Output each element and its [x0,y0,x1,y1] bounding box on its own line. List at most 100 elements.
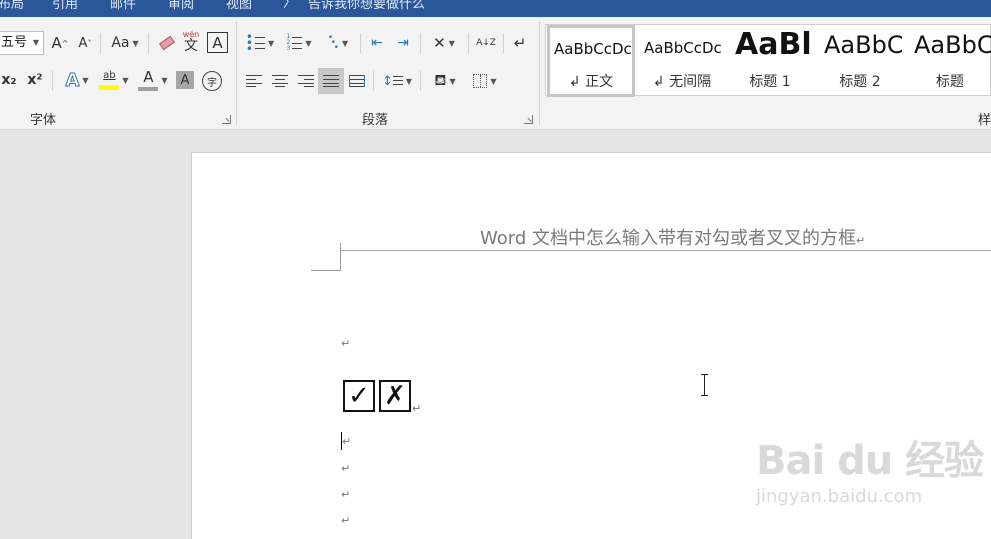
tab-view[interactable]: 视图 [226,0,252,12]
chevron-down-icon: ▼ [267,38,275,48]
align-right-icon [298,75,314,87]
borders-icon [473,74,488,88]
paragraph-mark-icon: ↵ [513,34,527,52]
group-divider [539,21,540,125]
tell-me-box[interactable]: 告诉我你想要做什么 [308,0,425,12]
phonetic-guide-button[interactable]: wén 文 [180,29,202,55]
shrink-font-button[interactable]: A ˅ [76,31,94,55]
align-left-button[interactable] [244,71,264,91]
distributed-button[interactable] [347,71,367,91]
font-size-dropdown[interactable]: 五号 ▼ [0,31,44,55]
divider [420,71,421,91]
divider [52,71,53,91]
character-shading-button[interactable]: A [176,71,194,89]
chevron-down-icon: ▼ [132,38,139,48]
header-crop-mark [311,270,341,271]
chevron-down-icon: ▼ [449,76,456,86]
bullets-button[interactable]: • • • ▼ [242,31,278,55]
chevron-down-icon: ▼ [305,38,312,48]
divider [420,33,421,53]
chevron-down-icon: ▼ [341,38,349,48]
sort-button[interactable]: A↓Z [474,31,498,55]
eraser-icon [158,35,176,51]
tab-layout[interactable]: 布局 [0,0,24,12]
styles-gallery: AaBbCcDc ↲ 正文 AaBbCcDc ↲ 无间隔 AaBl 标题 1 A… [545,24,991,97]
grow-font-button[interactable]: A ^ [51,31,69,55]
style-heading-2[interactable]: AaBbC 标题 2 [818,25,902,97]
align-center-button[interactable] [270,71,290,91]
divider [360,33,361,53]
font-dialog-launcher-icon[interactable] [222,115,231,124]
character-border-button[interactable]: A [207,32,228,53]
divider [468,33,469,53]
text-effects-button[interactable]: A ▼ [60,69,94,91]
enclose-characters-button[interactable]: 字 [202,71,222,91]
chevron-down-icon: ▼ [490,76,497,86]
style-heading-1[interactable]: AaBl 标题 1 [729,25,811,97]
line-spacing-button[interactable]: ↕ ▼ [380,69,414,93]
change-case-button[interactable]: Aa ▼ [108,31,142,55]
chinese-layout-icon: ✕ [433,34,446,52]
font-color-button[interactable]: A ▼ [136,67,170,93]
page-header-text[interactable]: Word 文档中怎么输入带有对勾或者叉叉的方框↵ [480,224,865,250]
chevron-down-icon: ▼ [122,75,129,85]
divider [100,33,101,53]
baidu-watermark: Bai du 经验 jingyan.baidu.com [756,428,984,507]
numbered-list-icon: 123 [286,33,291,52]
bullet-list-icon: • • • [245,30,253,56]
numbering-button[interactable]: 123 ▼ [281,31,317,55]
tab-mailings[interactable]: 邮件 [110,0,136,12]
ribbon-tab-bar: 布局 引用 邮件 审阅 视图 〉 告诉我你想要做什么 [0,0,991,17]
crossed-box-symbol[interactable]: ✗ [379,380,411,412]
align-left-icon [246,75,262,87]
paragraph-mark: ↵ [342,435,352,448]
justify-button[interactable] [318,68,344,94]
watermark-url: jingyan.baidu.com [756,486,923,507]
align-center-icon [272,75,288,87]
paragraph-dialog-launcher-icon[interactable] [524,115,533,124]
show-hide-marks-button[interactable]: ↵ [508,31,532,55]
style-normal[interactable]: AaBbCcDc ↲ 正文 [547,25,635,97]
header-crop-mark [340,243,341,271]
divider [148,33,149,53]
ribbon: 五号 ▼ A^ A˅ Aa▼ wén 文 A x₂ x² A ▼ ab ▼ [0,17,991,147]
borders-button[interactable]: ▼ [467,69,503,93]
superscript-button[interactable]: x² [25,69,45,91]
clear-formatting-button[interactable] [156,32,178,54]
distributed-icon [349,75,365,87]
paragraph-group-label: 段落 [362,113,389,128]
checked-box-symbol[interactable]: ✓ [343,380,375,412]
sort-icon: A↓Z [476,37,496,48]
divider [503,33,504,53]
tab-review[interactable]: 审阅 [168,0,194,12]
tab-references[interactable]: 引用 [52,0,78,12]
lightbulb-icon: 〉 [283,0,297,11]
style-no-spacing[interactable]: AaBbCcDc ↲ 无间隔 [638,25,726,97]
decrease-indent-button[interactable]: ⇤ [366,31,388,55]
paint-bucket-icon: ⛾ [434,71,447,89]
chevron-down-icon: ▼ [82,75,89,85]
line-spacing-icon: ↕ [381,73,393,89]
divider [373,71,374,91]
paragraph-mark: ↵ [341,514,351,527]
chevron-down-icon: ▼ [405,76,413,86]
chevron-down-icon: ▼ [161,75,168,85]
subscript-button[interactable]: x₂ [0,69,18,91]
highlight-color-button[interactable]: ab ▼ [97,67,131,93]
ibeam-cursor-icon [700,374,710,396]
justify-icon [323,75,339,87]
increase-indent-icon: ⇥ [397,35,409,51]
watermark-logo: Bai du 经验 [756,438,984,484]
shading-button[interactable]: ⛾ ▼ [427,69,463,93]
font-group-label: 字体 [30,113,57,128]
font-size-value: 五号 [1,35,28,50]
chevron-down-icon: ▼ [32,38,39,47]
highlight-color-bar [99,84,120,90]
group-divider [236,21,237,125]
style-title[interactable]: AaBbC 标题 [908,25,991,97]
increase-indent-button[interactable]: ⇥ [392,31,414,55]
multilevel-list-button[interactable]: • • • ▼ [320,31,356,55]
chinese-layout-button[interactable]: ✕ ▼ [426,31,462,55]
align-right-button[interactable] [296,71,316,91]
paragraph-mark: ↵ [341,488,351,501]
